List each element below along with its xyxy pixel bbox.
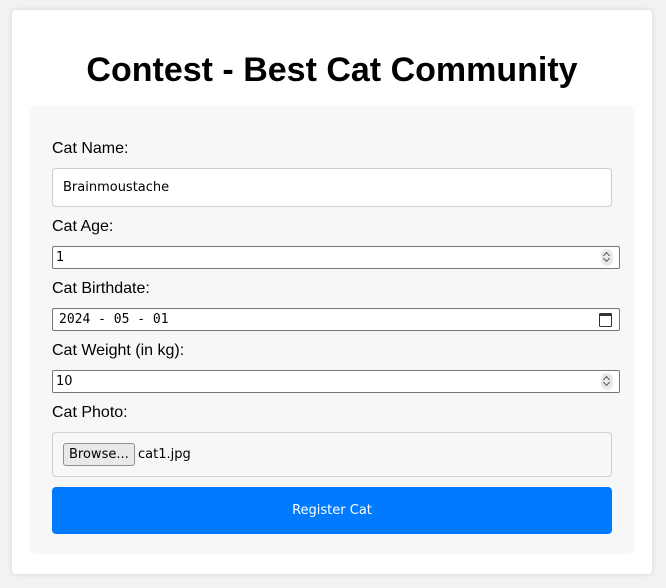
page-title: Contest - Best Cat Community <box>86 51 578 89</box>
cat-age-input[interactable]: 1 <box>52 246 620 269</box>
cat-name-input[interactable]: Brainmoustache <box>52 168 612 207</box>
cat-registration-form: Cat Name: Brainmoustache Cat Age: 1 Cat … <box>32 108 632 552</box>
cat-weight-value: 10 <box>56 374 73 389</box>
cat-photo-label: Cat Photo: <box>52 404 128 421</box>
calendar-icon[interactable] <box>599 313 612 327</box>
cat-weight-label: Cat Weight (in kg): <box>52 342 185 359</box>
cat-birthdate-value: 2024 - 05 - 01 <box>59 312 169 327</box>
selected-file-name: cat1.jpg <box>138 447 191 462</box>
main-card: Contest - Best Cat Community Cat Name: B… <box>12 10 652 574</box>
number-spinner-icon[interactable] <box>601 373 613 390</box>
register-cat-button[interactable]: Register Cat <box>52 487 612 534</box>
number-spinner-icon[interactable] <box>601 249 613 266</box>
cat-weight-input[interactable]: 10 <box>52 370 620 393</box>
browse-button[interactable]: Browse... <box>63 443 135 466</box>
cat-birthdate-input[interactable]: 2024 - 05 - 01 <box>52 308 620 331</box>
cat-photo-input[interactable]: Browse... cat1.jpg <box>52 432 612 477</box>
cat-name-label: Cat Name: <box>52 140 129 157</box>
cat-age-label: Cat Age: <box>52 218 114 235</box>
cat-age-value: 1 <box>56 250 65 265</box>
cat-birthdate-label: Cat Birthdate: <box>52 280 150 297</box>
